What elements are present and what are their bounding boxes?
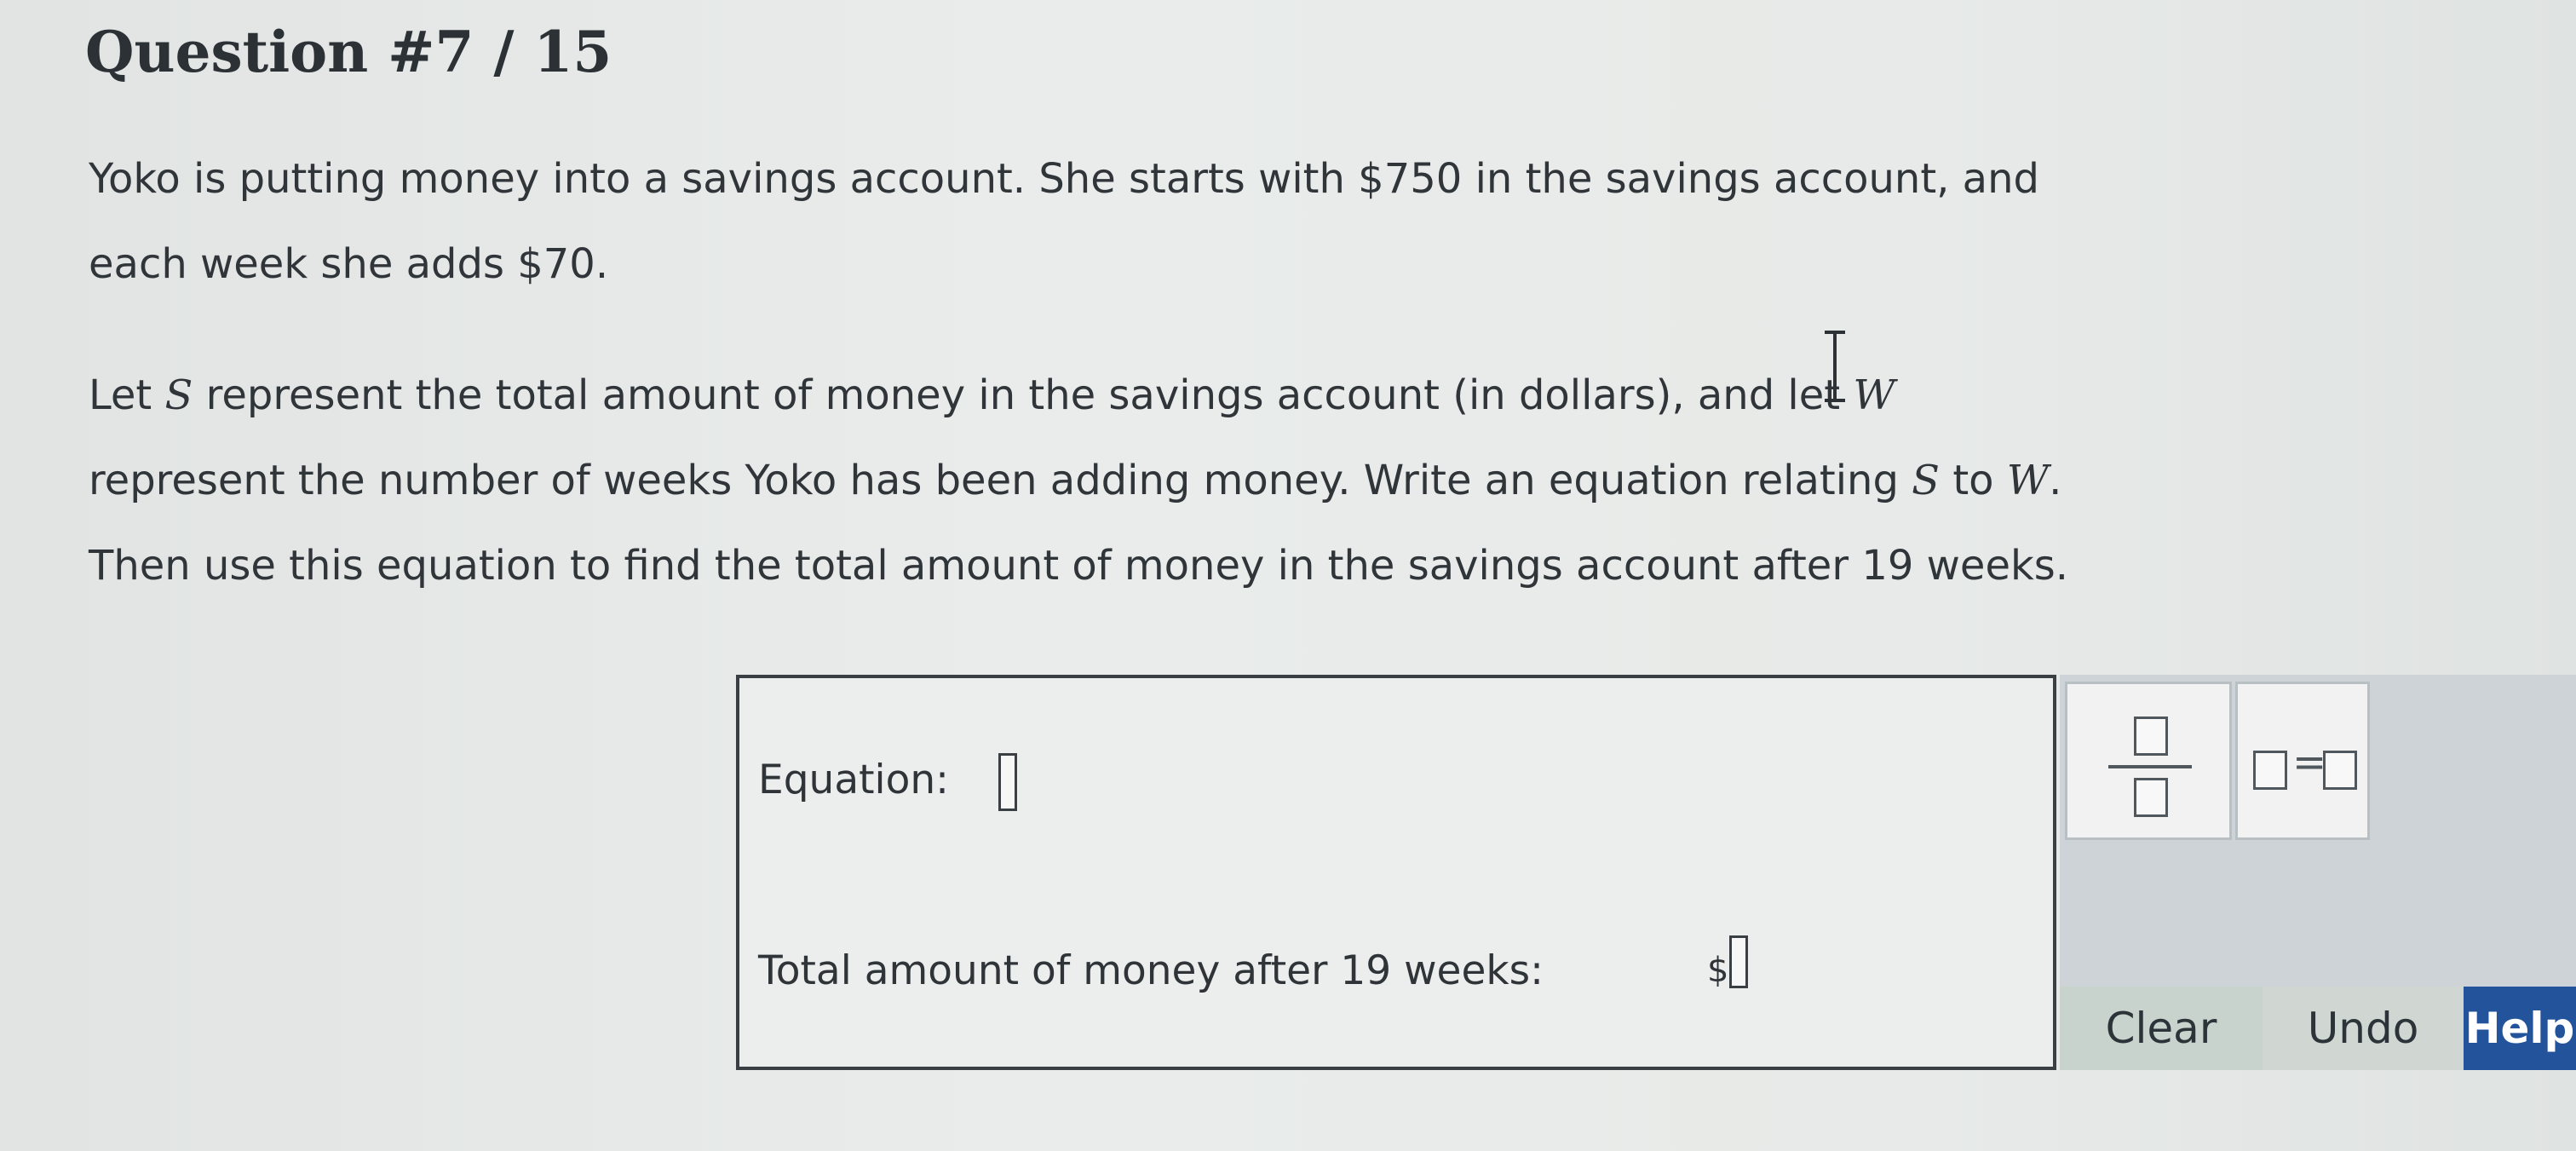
equation-template-button[interactable]: = bbox=[2235, 682, 2370, 840]
problem-line-1: Yoko is putting money into a savings acc… bbox=[89, 155, 2039, 203]
answer-box: Equation: Total amount of money after 19… bbox=[736, 675, 2056, 1070]
text-segment: . bbox=[2049, 457, 2062, 504]
problem-line-5: Then use this equation to find the total… bbox=[89, 542, 2069, 590]
question-page: Question #7 / 15 Yoko is putting money i… bbox=[0, 0, 2576, 1151]
currency-symbol: $ bbox=[1707, 951, 1729, 990]
question-title: Question #7 / 15 bbox=[85, 19, 612, 85]
text-segment: to bbox=[1940, 457, 2007, 504]
equals-sign: = bbox=[2292, 739, 2327, 786]
action-bar: Clear Undo Help bbox=[2060, 987, 2576, 1070]
clear-button[interactable]: Clear bbox=[2060, 987, 2263, 1070]
total-label: Total amount of money after 19 weeks: bbox=[758, 947, 1544, 994]
help-button[interactable]: Help bbox=[2464, 987, 2576, 1070]
problem-line-2: each week she adds $70. bbox=[89, 240, 609, 288]
problem-line-4: represent the number of weeks Yoko has b… bbox=[89, 438, 2068, 523]
fraction-button[interactable] bbox=[2065, 682, 2232, 840]
total-amount-input[interactable] bbox=[1729, 935, 1748, 988]
text-segment: represent the total amount of money in t… bbox=[193, 371, 1854, 419]
undo-button[interactable]: Undo bbox=[2263, 987, 2464, 1070]
problem-line-3: Let S represent the total amount of mone… bbox=[89, 353, 2068, 438]
problem-intro: Yoko is putting money into a savings acc… bbox=[89, 136, 2039, 307]
variable-w: W bbox=[1853, 371, 1895, 419]
variable-s: S bbox=[1912, 457, 1941, 504]
problem-task: Let S represent the total amount of mone… bbox=[89, 353, 2068, 608]
variable-w: W bbox=[2006, 457, 2050, 504]
text-cursor-icon bbox=[1825, 331, 1845, 402]
equation-input[interactable] bbox=[998, 753, 1017, 811]
text-segment: represent the number of weeks Yoko has b… bbox=[89, 457, 1912, 504]
variable-s: S bbox=[164, 371, 193, 419]
equation-label: Equation: bbox=[758, 757, 949, 803]
math-tool-panel: = bbox=[2060, 675, 2576, 1014]
text-segment: Let bbox=[89, 371, 165, 419]
